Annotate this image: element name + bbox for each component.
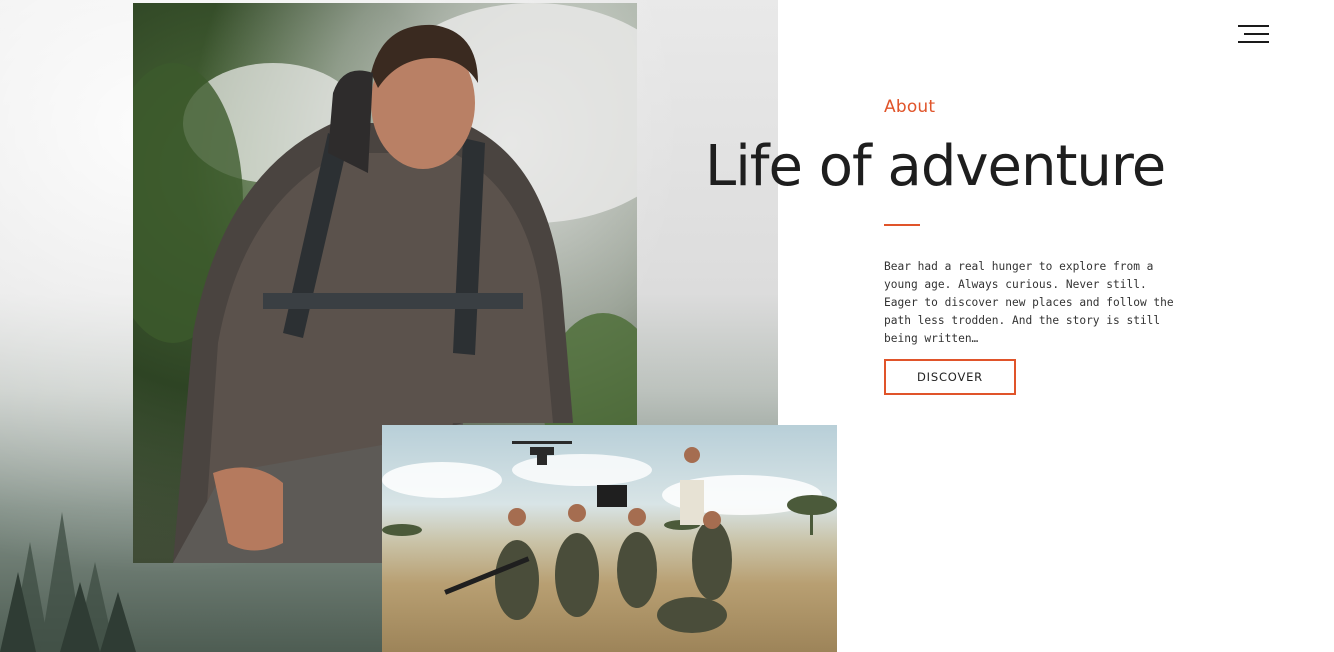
menu-line-middle-gap xyxy=(1238,33,1244,35)
section-eyebrow: About xyxy=(884,97,936,117)
team-illustration xyxy=(382,441,837,633)
discover-button[interactable]: DISCOVER xyxy=(884,359,1016,395)
about-description: Bear had a real hunger to explore from a… xyxy=(884,260,1174,345)
team-photo xyxy=(382,425,837,652)
accent-divider xyxy=(884,224,920,226)
menu-line-top xyxy=(1238,25,1269,27)
page-title: Life of adventure xyxy=(705,134,1166,199)
hamburger-menu-icon[interactable] xyxy=(1238,24,1270,46)
menu-line-bottom xyxy=(1238,41,1269,43)
about-page: About Life of adventure Bear had a real … xyxy=(0,0,1334,652)
